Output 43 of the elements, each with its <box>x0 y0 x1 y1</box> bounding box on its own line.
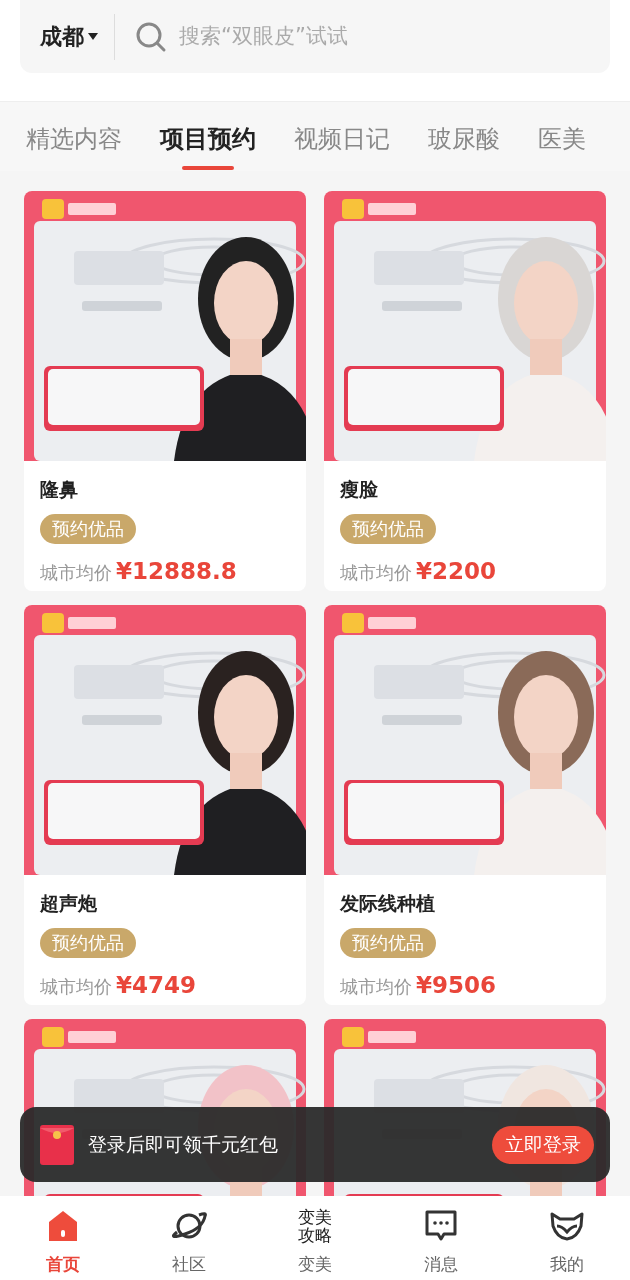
tab[interactable]: 项目预约 <box>160 102 256 164</box>
login-button[interactable]: 立即登录 <box>492 1125 594 1164</box>
price: ¥12888.8 <box>116 556 237 586</box>
tag: 预约优品 <box>340 927 436 958</box>
price: ¥2200 <box>416 556 497 586</box>
card-title: 发际线种植 <box>340 891 436 916</box>
toast-message: 登录后即可领千元红包 <box>88 1132 279 1158</box>
project-card[interactable]: 发际线种植 预约优品 城市均价 ¥9506 <box>324 605 606 1005</box>
card-title: 超声炮 <box>40 891 98 916</box>
price-label: 城市均价 <box>40 974 112 999</box>
project-card[interactable]: 瘦脸 预约优品 城市均价 ¥2200 <box>324 191 606 591</box>
search-icon <box>135 20 167 53</box>
price: ¥9506 <box>416 970 497 1000</box>
nav-tab[interactable]: 首页 <box>18 1208 108 1280</box>
tag: 预约优品 <box>40 927 136 958</box>
search-bar[interactable]: 成都 搜索“双眼皮”试试 <box>20 0 610 73</box>
search-field[interactable]: 搜索“双眼皮”试试 <box>179 20 559 53</box>
nav-tab[interactable]: 社区 <box>144 1208 234 1280</box>
city-selector[interactable]: 成都 <box>20 20 114 53</box>
nav-tab[interactable]: 我的 <box>522 1208 612 1280</box>
home-icon <box>48 1210 78 1242</box>
project-card[interactable]: 超声炮 预约优品 城市均价 ¥4749 <box>24 605 306 1005</box>
logo-text: 变美攻略 <box>297 1208 333 1244</box>
price-label: 城市均价 <box>340 974 412 999</box>
card-title: 隆鼻 <box>40 477 79 502</box>
tab[interactable]: 玻尿酸 <box>428 102 500 164</box>
nav-tab[interactable]: 变美攻略 变美 <box>270 1208 360 1280</box>
tag: 预约优品 <box>40 513 136 544</box>
nav-tab[interactable]: 消息 <box>396 1208 486 1280</box>
tab-indicator <box>182 166 234 170</box>
price: ¥4749 <box>116 970 197 1000</box>
tab[interactable]: 医美 <box>538 102 586 164</box>
message-icon <box>424 1209 458 1243</box>
tab[interactable]: 视频日记 <box>294 102 390 164</box>
price-label: 城市均价 <box>340 560 412 585</box>
caret-icon <box>88 33 98 40</box>
price-label: 城市均价 <box>40 560 112 585</box>
project-card[interactable]: 隆鼻 预约优品 城市均价 ¥12888.8 <box>24 191 306 591</box>
envelope-icon <box>40 1124 74 1165</box>
card-title: 瘦脸 <box>340 477 379 502</box>
tag: 预约优品 <box>340 513 436 544</box>
tab[interactable]: 精选内容 <box>26 102 122 164</box>
fox-icon <box>549 1211 585 1241</box>
